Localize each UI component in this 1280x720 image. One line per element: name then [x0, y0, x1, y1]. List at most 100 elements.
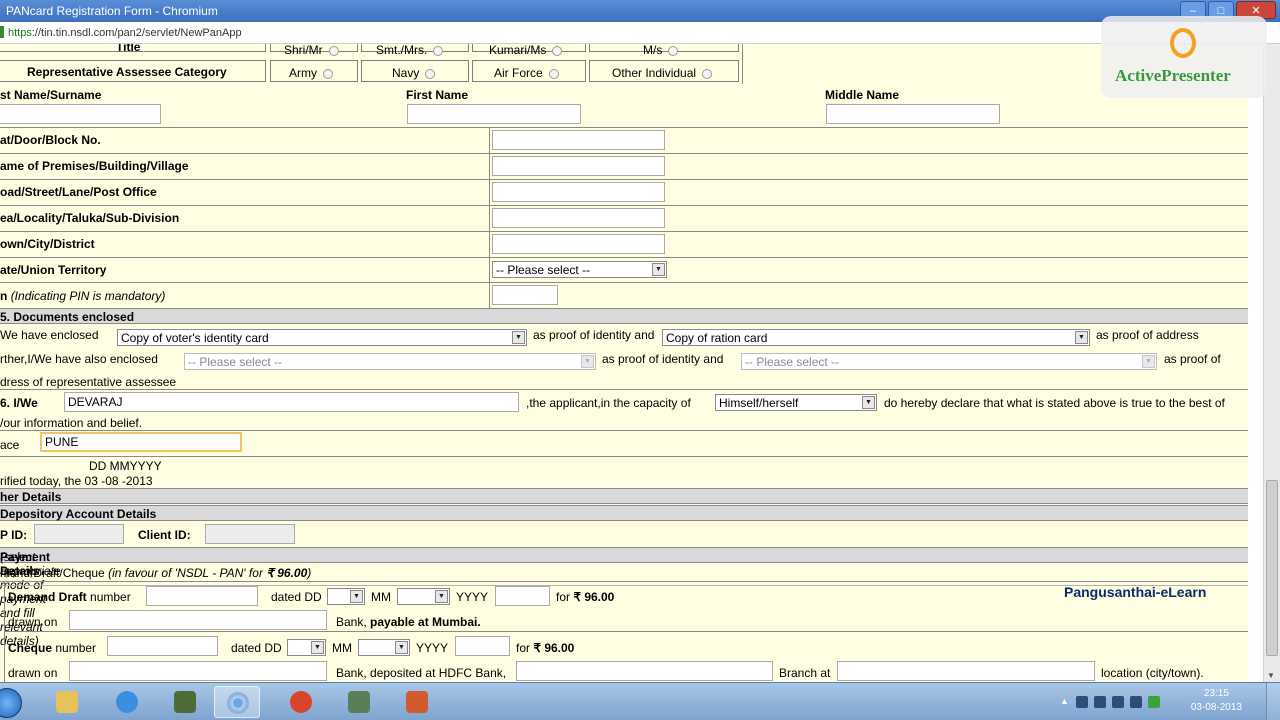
- place-input[interactable]: [40, 432, 242, 452]
- title-option-smt: Smt./Mrs.: [376, 44, 428, 57]
- title-option-shri: Shri/Mr: [284, 44, 323, 57]
- taskbar-app-5[interactable]: [278, 686, 324, 718]
- url-text[interactable]: https://tin.tin.nsdl.com/pan2/servlet/Ne…: [8, 27, 242, 39]
- system-tray: ▲ 23:15 03-08-2013: [1060, 683, 1280, 720]
- first-name-label: First Name: [406, 88, 469, 102]
- radio-kumari[interactable]: [552, 45, 563, 56]
- cheque-month-select[interactable]: ▼: [358, 639, 410, 656]
- scroll-down-icon[interactable]: ▼: [1267, 671, 1275, 680]
- last-name-input[interactable]: [0, 104, 161, 124]
- area-locality-input[interactable]: [492, 208, 665, 228]
- radio-army[interactable]: [323, 68, 333, 79]
- activepresenter-logo: ActivePresenter: [1101, 16, 1267, 98]
- declaration-prefix: 6. I/We: [0, 396, 38, 410]
- rep-proof-address-select[interactable]: -- Please select -- ▼: [741, 353, 1157, 370]
- hdfc-bank-input[interactable]: [516, 661, 773, 681]
- app-icon: [174, 691, 196, 713]
- state-select[interactable]: -- Please select -- ▼: [492, 261, 667, 278]
- cheque-bank-input[interactable]: [69, 661, 327, 681]
- flag-icon[interactable]: [1130, 696, 1142, 708]
- chevron-down-icon: ▼: [1142, 355, 1155, 368]
- chevron-down-icon: ▼: [581, 355, 594, 368]
- vertical-scrollbar[interactable]: ▼: [1263, 44, 1280, 682]
- taskbar-ie[interactable]: [104, 686, 150, 718]
- radio-ms[interactable]: [668, 45, 679, 56]
- dd-bank-input[interactable]: [69, 610, 327, 630]
- town-city-label: own/City/District: [0, 237, 95, 251]
- radio-airforce[interactable]: [548, 68, 559, 79]
- taskbar-app-7[interactable]: [394, 686, 440, 718]
- first-name-input[interactable]: [407, 104, 581, 124]
- radio-navy[interactable]: [425, 68, 436, 79]
- title-label: Title: [116, 44, 141, 54]
- pin-input[interactable]: [492, 285, 558, 305]
- chevron-down-icon: ▼: [652, 263, 665, 276]
- state-label: ate/Union Territory: [0, 263, 107, 277]
- rep-category-label: Representative Assessee Category: [27, 65, 227, 79]
- rep-option-army: Army: [289, 66, 317, 80]
- chevron-down-icon: ▼: [350, 590, 363, 603]
- proof-identity-select[interactable]: Copy of voter's identity card ▼: [117, 329, 527, 346]
- middle-name-label: Middle Name: [825, 88, 900, 102]
- window-title-bar: PANcard Registration Form - Chromium – □…: [0, 0, 1280, 22]
- taskbar-chromium[interactable]: [214, 686, 260, 718]
- radio-smt[interactable]: [433, 45, 444, 56]
- other-details-header: her Details: [0, 488, 1248, 504]
- capacity-select[interactable]: Himself/herself ▼: [715, 394, 877, 411]
- internet-explorer-icon: [116, 691, 138, 713]
- also-enclosed-text: rther,I/We have also enclosed: [0, 352, 158, 366]
- middle-name-input[interactable]: [826, 104, 1000, 124]
- cheque-number-input[interactable]: [107, 636, 218, 656]
- chevron-down-icon: ▼: [1075, 331, 1088, 344]
- client-id-label: Client ID:: [138, 528, 191, 542]
- dp-id-input[interactable]: [34, 524, 124, 544]
- show-desktop-button[interactable]: [1266, 683, 1280, 720]
- verified-text: rified today, the 03 -08 -2013: [0, 474, 153, 488]
- place-label: ace: [0, 438, 20, 452]
- premises-input[interactable]: [492, 156, 665, 176]
- last-name-label: st Name/Surname: [0, 88, 102, 102]
- branch-input[interactable]: [837, 661, 1095, 681]
- rep-option-airforce: Air Force: [494, 66, 543, 80]
- address-bar[interactable]: https://tin.tin.nsdl.com/pan2/servlet/Ne…: [0, 22, 1280, 44]
- applicant-name-input[interactable]: [64, 392, 519, 412]
- dd-label: Demand Draft number: [8, 590, 131, 604]
- dd-day-select[interactable]: ▼: [327, 588, 365, 605]
- elearn-watermark: Pangusanthai-eLearn: [1064, 584, 1207, 600]
- network-icon[interactable]: [1094, 696, 1106, 708]
- pan-form: Title Shri/Mr Smt./Mrs. Kumari/Ms M/s Re…: [0, 44, 1248, 682]
- chevron-down-icon: ▼: [862, 396, 875, 409]
- proof-address-select[interactable]: Copy of ration card ▼: [662, 329, 1090, 346]
- chromium-icon: [227, 692, 249, 714]
- dd-year-input[interactable]: [495, 586, 550, 606]
- folder-icon: [56, 691, 78, 713]
- town-city-input[interactable]: [492, 234, 665, 254]
- cheque-year-input[interactable]: [455, 636, 510, 656]
- radio-other[interactable]: [702, 68, 713, 79]
- flat-door-label: at/Door/Block No.: [0, 133, 101, 147]
- taskbar-app-3[interactable]: [162, 686, 208, 718]
- dd-cheque-header: mand Draft/Cheque (in favour of 'NSDL - …: [0, 566, 312, 580]
- battery-icon[interactable]: [1076, 696, 1088, 708]
- premises-label: ame of Premises/Building/Village: [0, 159, 189, 173]
- dd-month-select[interactable]: ▼: [397, 588, 450, 605]
- client-id-input[interactable]: [205, 524, 295, 544]
- radio-shri[interactable]: [328, 45, 339, 56]
- tray-expand-icon[interactable]: ▲: [1060, 696, 1072, 708]
- taskbar-explorer[interactable]: [44, 686, 90, 718]
- dd-number-input[interactable]: [146, 586, 258, 606]
- scrollbar-thumb[interactable]: [1266, 480, 1278, 656]
- road-street-label: oad/Street/Lane/Post Office: [0, 185, 157, 199]
- payment-details-header: Payment Details (select appropriate mode…: [0, 547, 1248, 648]
- app-tray-icon[interactable]: [1148, 696, 1160, 708]
- activepresenter-icon: [1170, 28, 1196, 58]
- rep-proof-identity-select[interactable]: -- Please select -- ▼: [184, 353, 596, 370]
- clock[interactable]: 23:15 03-08-2013: [1191, 687, 1242, 715]
- taskbar-app-6[interactable]: [336, 686, 382, 718]
- lock-icon: [0, 26, 4, 38]
- flat-door-input[interactable]: [492, 130, 665, 150]
- volume-icon[interactable]: [1112, 696, 1124, 708]
- start-button[interactable]: [0, 685, 28, 719]
- road-street-input[interactable]: [492, 182, 665, 202]
- cheque-day-select[interactable]: ▼: [287, 639, 326, 656]
